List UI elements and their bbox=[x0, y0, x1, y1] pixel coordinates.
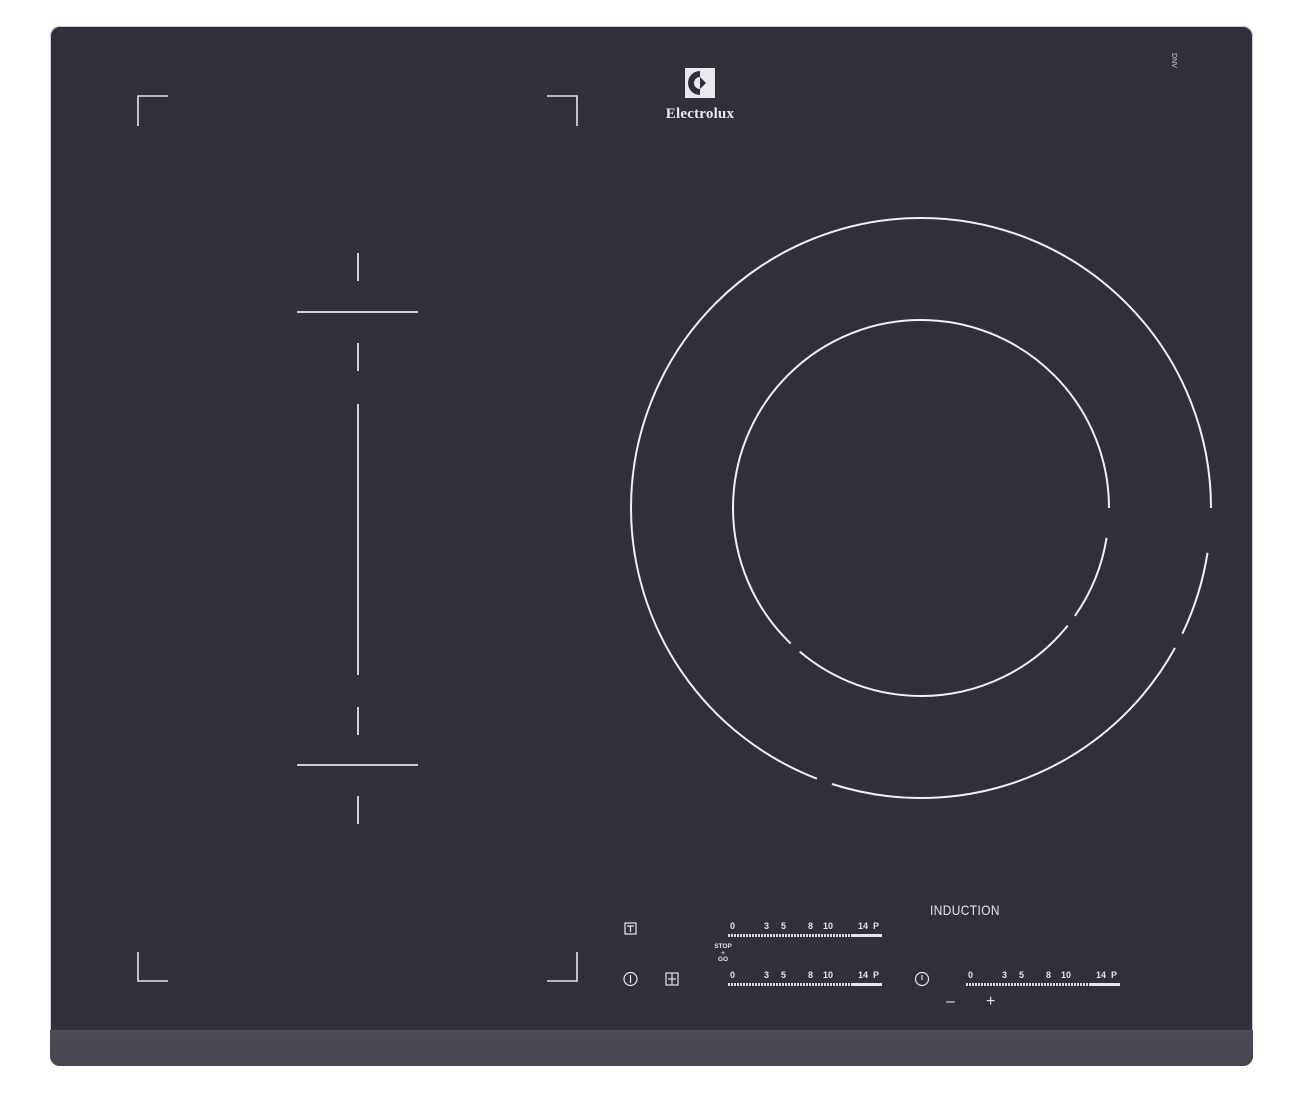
dual-ring-zone bbox=[630, 217, 1212, 799]
timer-minus-button[interactable]: – bbox=[946, 993, 955, 1011]
flex-zone-guides bbox=[297, 253, 418, 824]
induction-label: INDUCTION bbox=[930, 902, 1000, 918]
zone-corner-top-left bbox=[137, 95, 168, 126]
timer-controls[interactable]: – + bbox=[946, 993, 1002, 1014]
zone-corner-top-right bbox=[547, 95, 578, 126]
power-slider-zone-1[interactable]: 0 3 5 8 10 14 P bbox=[728, 921, 882, 941]
cooktop-glass: Electrolux DNV INDUCTION STOP + GO 0 3 5… bbox=[50, 26, 1253, 1066]
timer-plus-button[interactable]: + bbox=[986, 993, 995, 1011]
electrolux-logo-icon bbox=[685, 68, 715, 98]
power-slider-zone-3[interactable]: 0 3 5 8 10 14 P bbox=[966, 970, 1120, 990]
cooktop-markings bbox=[137, 95, 1212, 987]
stop-go-button[interactable]: STOP + GO bbox=[708, 943, 738, 964]
power-slider-zone-2[interactable]: 0 3 5 8 10 14 P bbox=[728, 970, 882, 990]
inner-ring bbox=[732, 319, 1110, 697]
brand-logo: Electrolux bbox=[650, 68, 750, 123]
zone-corner-bottom-left bbox=[137, 952, 168, 982]
timer-icon bbox=[914, 971, 930, 987]
zone-corner-bottom-right bbox=[547, 952, 578, 982]
brand-name: Electrolux bbox=[665, 106, 735, 122]
front-frame-edge bbox=[50, 1030, 1253, 1066]
outer-ring bbox=[630, 217, 1212, 799]
dnv-mark: DNV bbox=[1169, 53, 1177, 68]
